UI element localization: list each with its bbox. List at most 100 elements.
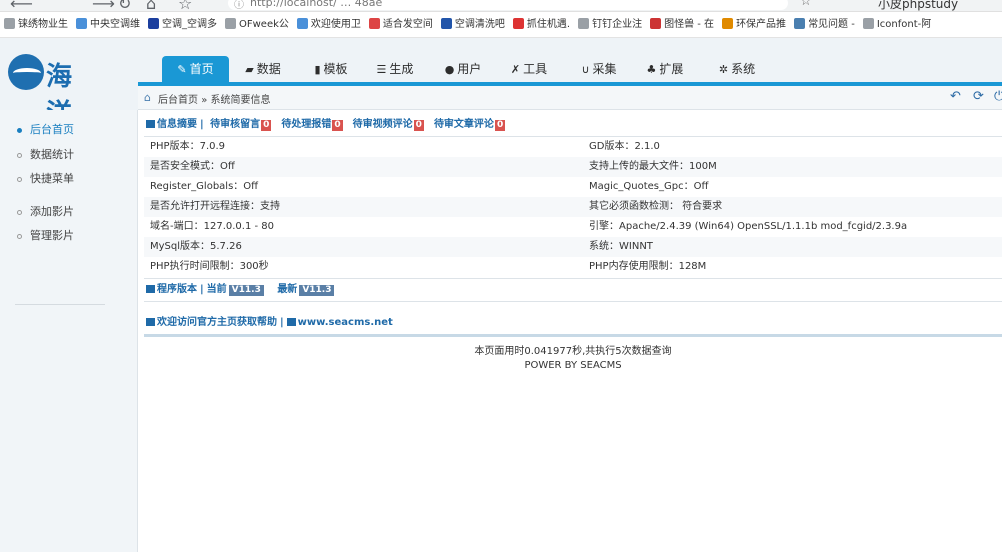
- summary-link[interactable]: 待审视频评论 0: [352, 119, 434, 131]
- tab-gear[interactable]: ✲ 系统: [710, 56, 764, 82]
- bookmark-label: Iconfont-阿: [876, 19, 932, 30]
- bookmark-favicon-icon: [794, 18, 806, 29]
- breadcrumb-home-link[interactable]: 后台首页: [158, 95, 198, 106]
- breadcrumb-current: 系统简要信息: [210, 95, 271, 106]
- database-icon: ☰: [376, 63, 387, 76]
- bookmark-label: 中央空调维: [90, 19, 140, 30]
- sidebar-item-label: 快捷菜单: [30, 172, 74, 185]
- summary-separator: |: [200, 119, 204, 130]
- bookmark-favicon-icon: [722, 18, 734, 29]
- bookmark-item[interactable]: 欢迎使用卫: [293, 12, 365, 37]
- bookmark-favicon-icon: [4, 18, 15, 29]
- info-icon: ⓘ: [234, 0, 244, 11]
- summary-link-label: 待审文章评论: [433, 119, 494, 130]
- bullet-icon: [17, 177, 22, 182]
- bookmark-label: 环保产品推: [736, 19, 787, 30]
- tab-database[interactable]: ☰ 生成: [368, 56, 422, 82]
- tab-magnet[interactable]: ∪ 采集: [572, 56, 626, 82]
- bookmark-item[interactable]: 钉钉企业注: [574, 12, 646, 37]
- summary-link[interactable]: 待处理报错 0: [281, 119, 352, 131]
- bookmark-star-icon[interactable]: ☆: [178, 0, 192, 11]
- bookmark-item[interactable]: 图怪兽 - 在: [646, 12, 718, 37]
- bookmark-item[interactable]: Iconfont-阿: [859, 12, 935, 37]
- welcome-line: 欢迎访问官方主页获取帮助 | www.seacms.net: [146, 313, 393, 333]
- summary-link[interactable]: 待审文章评论 0: [433, 119, 515, 131]
- favorite-icon[interactable]: ☆: [800, 0, 812, 9]
- bookmark-label: 适合发空间: [382, 19, 433, 30]
- bookmark-item[interactable]: 空调_空调多: [144, 12, 221, 37]
- bookmark-favicon-icon: [148, 18, 159, 29]
- address-bar[interactable]: ⓘ http://localhost/ … 48ae: [228, 0, 788, 11]
- user-icon: ●: [444, 63, 455, 76]
- bookmark-item[interactable]: 铼绣物业生: [0, 12, 72, 37]
- sidebar-item-label: 管理影片: [30, 229, 74, 242]
- sidebar-item-label: 添加影片: [30, 205, 74, 218]
- refresh-icon[interactable]: ⟳: [973, 89, 984, 104]
- summary-link-label: 待审视频评论: [352, 119, 413, 130]
- chart-icon: [146, 285, 155, 293]
- back-arrow-icon[interactable]: ↶: [950, 89, 961, 104]
- tab-label: 生成: [389, 62, 414, 76]
- bookmark-item[interactable]: OFweek公: [221, 12, 293, 37]
- sidebar-item[interactable]: 数据统计: [0, 145, 138, 165]
- welcome-separator: |: [280, 317, 284, 328]
- breadcrumb-separator: »: [201, 95, 208, 106]
- link-icon: [286, 318, 296, 326]
- version-latest-link[interactable]: 最新 V11.3: [277, 284, 335, 296]
- edit-icon: ✎: [177, 63, 187, 76]
- info-left-value: 是否允许打开远程连接：支持: [150, 201, 280, 212]
- home-icon[interactable]: ⌂: [146, 0, 156, 11]
- bookmark-item[interactable]: 环保产品推: [718, 12, 790, 37]
- info-left-value: PHP执行时间限制：300秒: [150, 261, 269, 272]
- bookmark-item[interactable]: 常见问题 -: [790, 12, 859, 37]
- breadcrumb: ⌂ 后台首页 » 系统简要信息 ↶ ⟳ ⏻: [138, 86, 1002, 110]
- bookmark-item[interactable]: 适合发空间: [365, 12, 437, 37]
- bookmark-item[interactable]: 中央空调维: [72, 12, 144, 37]
- version-latest-label: 最新: [277, 284, 298, 295]
- tab-label: 采集: [592, 62, 617, 76]
- bookmark-item[interactable]: 抓住机遇.: [509, 12, 574, 37]
- site-link[interactable]: www.seacms.net: [298, 317, 393, 328]
- tab-book[interactable]: ▰ 数据: [236, 56, 290, 82]
- bar-chart-icon: [146, 318, 155, 326]
- back-icon[interactable]: ⟵: [10, 0, 33, 11]
- sidebar-item[interactable]: 添加影片: [0, 202, 138, 222]
- bookmark-favicon-icon: [225, 18, 236, 29]
- count-badge: 0: [494, 120, 506, 131]
- welcome-link[interactable]: 欢迎访问官方主页获取帮助: [157, 317, 277, 328]
- sidebar-item[interactable]: 后台首页: [0, 120, 138, 140]
- book-icon: ▰: [245, 63, 254, 76]
- tab-sitemap[interactable]: ♣ 扩展: [638, 56, 692, 82]
- footer-stats: 本页面用时0.041977秒,共执行5次数据查询: [474, 346, 672, 357]
- bookmark-label: 抓住机遇.: [526, 19, 571, 30]
- wrench-icon: ✗: [510, 63, 521, 76]
- sidebar-item[interactable]: 管理影片: [0, 226, 138, 246]
- divider: [144, 278, 1002, 279]
- bullet-icon: [17, 210, 22, 215]
- reload-icon[interactable]: ↻: [118, 0, 131, 11]
- tab-title[interactable]: 小皮phpstudy: [878, 0, 958, 11]
- info-row: Register_Globals：Off Magic_Quotes_Gpc：Off: [144, 177, 1002, 197]
- version-separator: |: [200, 284, 204, 295]
- logo-emblem-icon: [8, 54, 44, 90]
- info-row: 是否安全模式：Off 支持上传的最大文件：100M: [144, 157, 1002, 177]
- file-icon: ▮: [314, 63, 321, 76]
- tab-edit[interactable]: ✎ 首页: [162, 56, 229, 82]
- version-header: 程序版本 | 当前 V11.3 最新 V11.3: [146, 280, 335, 300]
- sidebar: 后台首页数据统计快捷菜单添加影片管理影片: [0, 110, 138, 552]
- sidebar-divider: [15, 304, 105, 305]
- logout-icon[interactable]: ⏻: [994, 89, 1002, 104]
- tab-wrench[interactable]: ✗ 工具: [502, 56, 556, 82]
- info-left-value: 是否安全模式：Off: [150, 161, 235, 172]
- tab-user[interactable]: ● 用户: [436, 56, 490, 82]
- bookmark-item[interactable]: 空调清洗吧: [437, 12, 509, 37]
- sidebar-item[interactable]: 快捷菜单: [0, 169, 138, 189]
- summary-link[interactable]: 待审核留言 0: [210, 119, 281, 131]
- tab-label: 用户: [457, 62, 482, 76]
- tab-file[interactable]: ▮ 模板: [304, 56, 358, 82]
- version-current-label: 当前: [206, 284, 227, 295]
- info-left-value: Register_Globals：Off: [150, 181, 259, 192]
- forward-icon[interactable]: ⟶: [92, 0, 115, 11]
- info-row: 是否允许打开远程连接：支持 其它必须函数检测： 符合要求: [144, 197, 1002, 217]
- sidebar-item-label: 后台首页: [30, 123, 74, 136]
